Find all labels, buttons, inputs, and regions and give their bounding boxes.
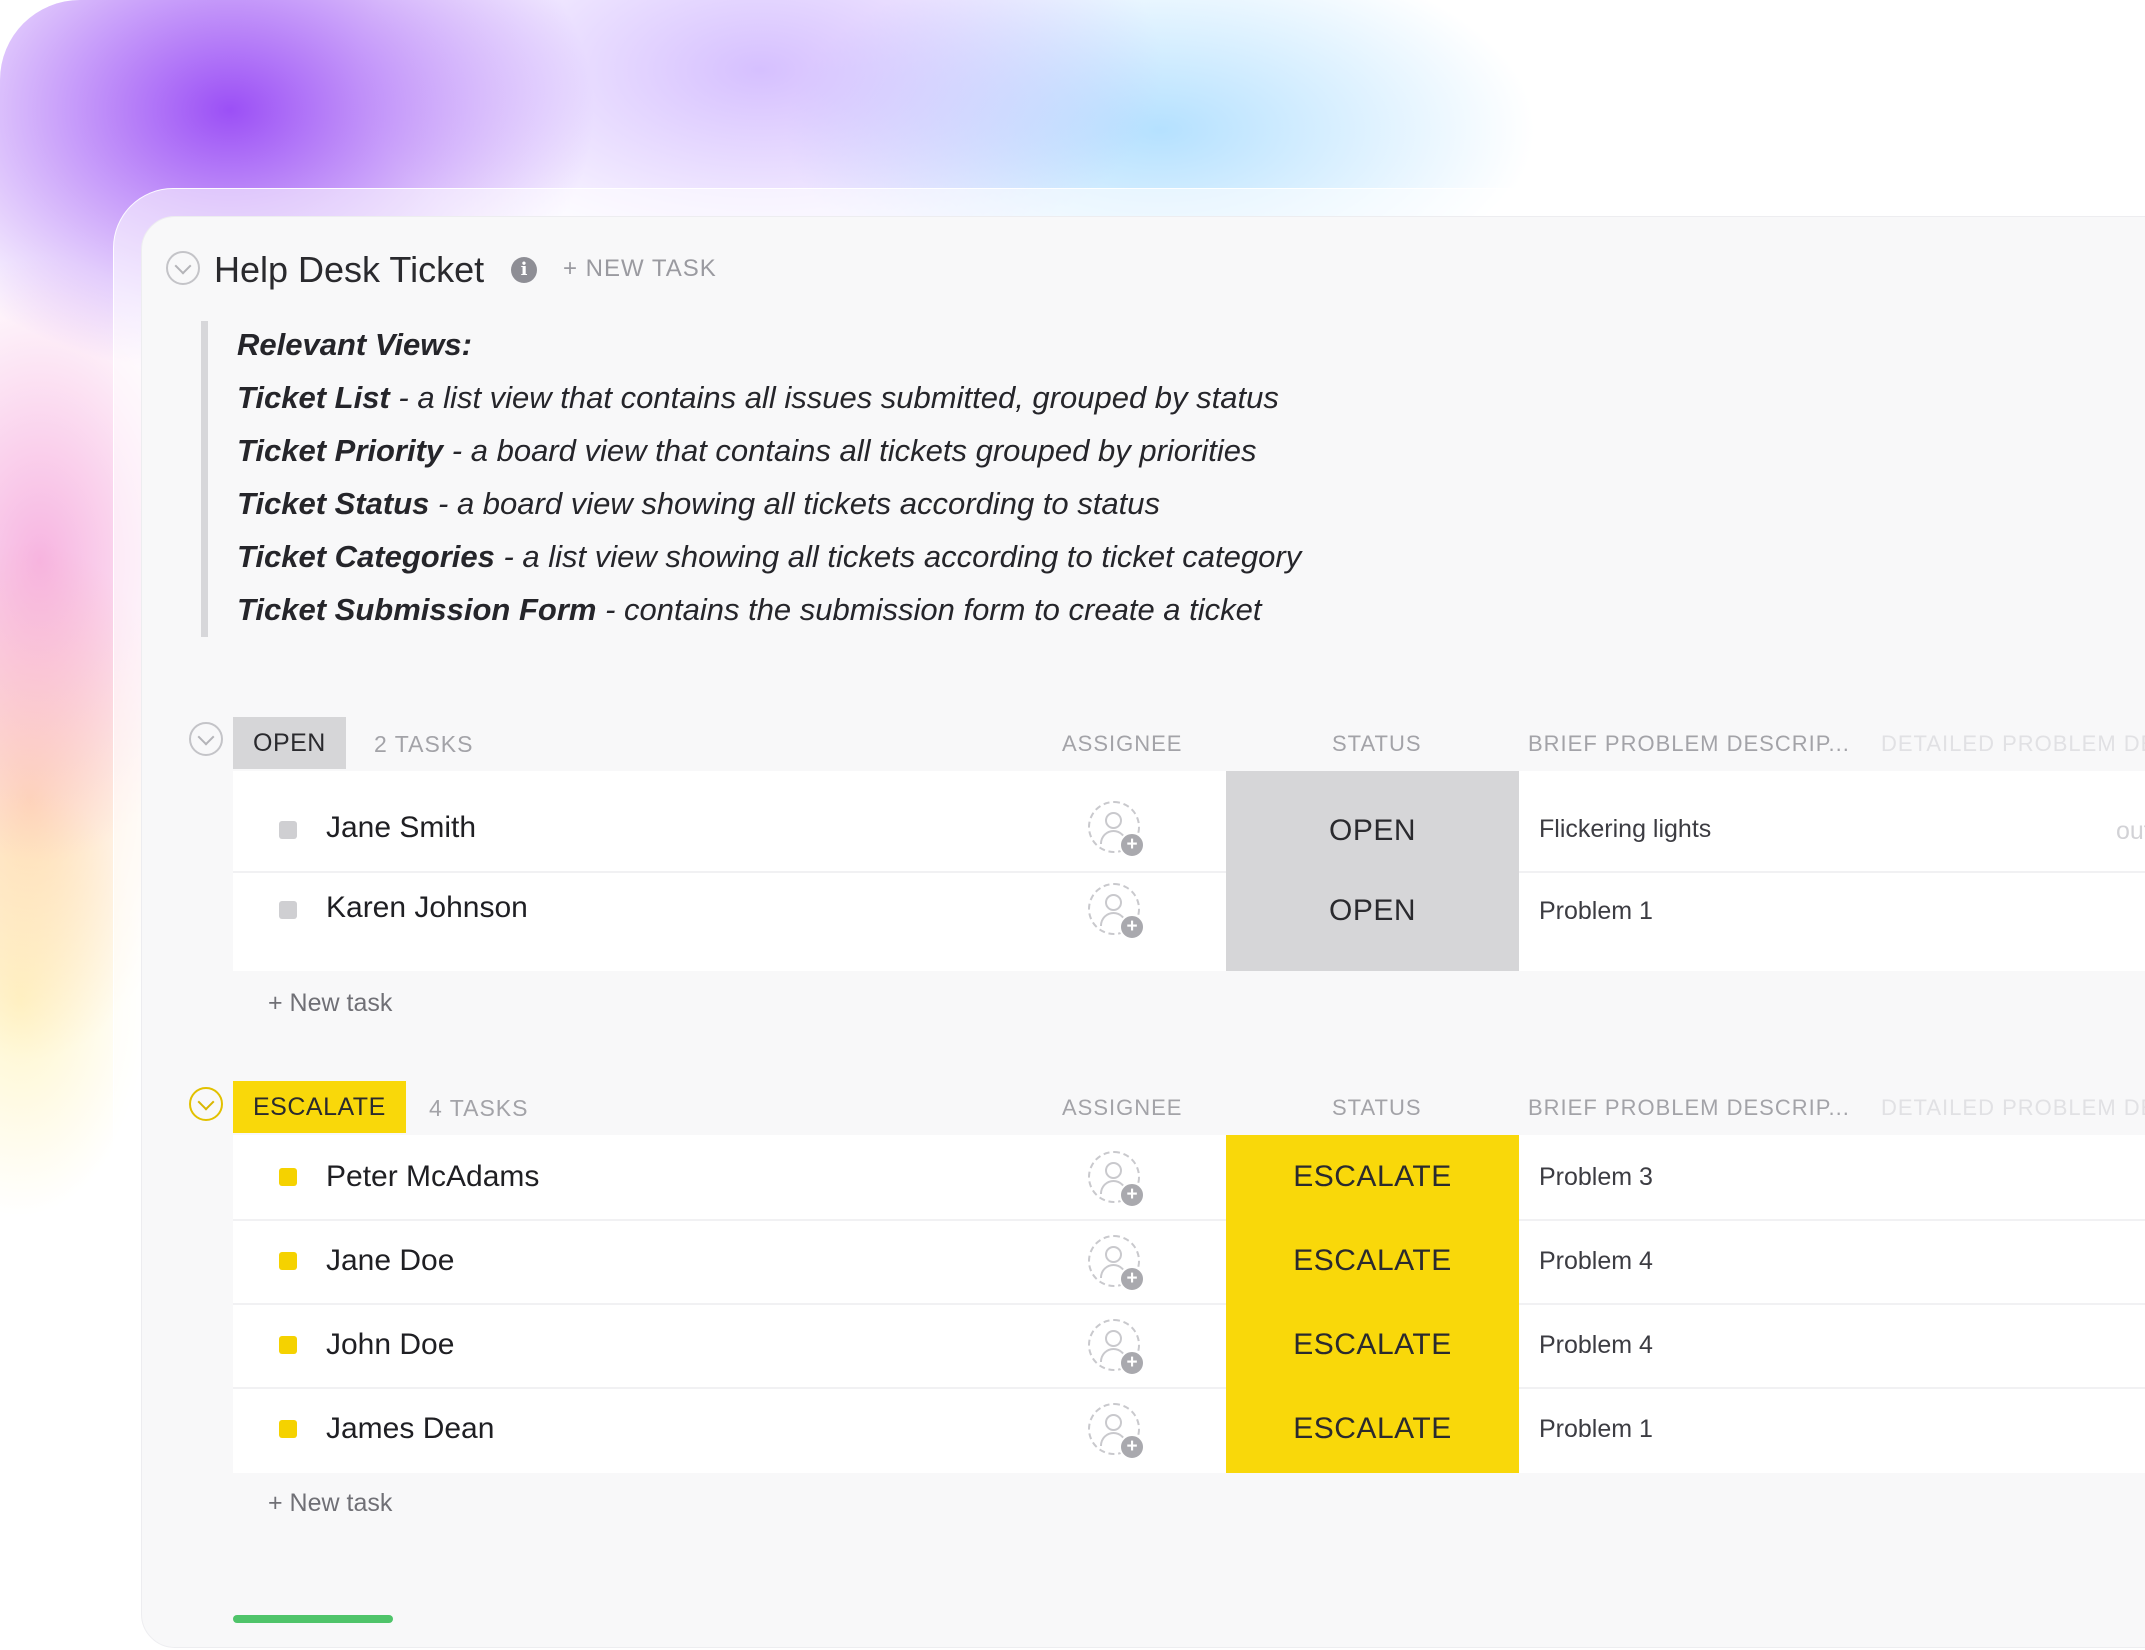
table-row[interactable]: Karen Johnson + OPEN Problem 1 – xyxy=(233,871,2145,971)
brief-description[interactable]: Problem 3 xyxy=(1539,1163,1653,1192)
status-bullet-icon[interactable] xyxy=(279,901,297,919)
view-name: Ticket List xyxy=(237,380,390,415)
view-name: Ticket Categories xyxy=(237,539,495,574)
page-title: Help Desk Ticket xyxy=(214,249,485,290)
description-line: Ticket Priority - a board view that cont… xyxy=(237,433,1256,469)
brief-description[interactable]: Problem 4 xyxy=(1539,1247,1653,1276)
view-description: - contains the submission form to create… xyxy=(596,592,1262,627)
status-cell[interactable]: ESCALATE xyxy=(1226,1303,1519,1387)
task-name[interactable]: John Doe xyxy=(326,1328,454,1362)
column-header-assignee[interactable]: ASSIGNEE xyxy=(1062,731,1182,757)
view-description: - a board view showing all tickets accor… xyxy=(429,486,1160,521)
view-description: - a list view showing all tickets accord… xyxy=(494,539,1302,574)
description-line: Ticket List - a list view that contains … xyxy=(237,380,1279,416)
task-count: 2 TASKS xyxy=(374,731,474,757)
add-assignee-icon[interactable]: + xyxy=(1088,801,1145,858)
column-header-detailed-description[interactable]: DETAILED PROBLEM DE xyxy=(1881,1095,2145,1121)
next-group-label[interactable] xyxy=(233,1615,393,1623)
task-name[interactable]: Jane Doe xyxy=(326,1244,454,1278)
table-row[interactable]: Jane Doe + ESCALATE Problem 4 – xyxy=(233,1219,2145,1305)
add-assignee-icon[interactable]: + xyxy=(1088,1403,1145,1460)
description-line: Ticket Status - a board view showing all… xyxy=(237,486,1160,522)
task-count: 4 TASKS xyxy=(429,1095,529,1121)
description-line: Ticket Submission Form - contains the su… xyxy=(237,592,1262,628)
info-icon[interactable]: i xyxy=(511,257,537,283)
status-bullet-icon[interactable] xyxy=(279,1336,297,1354)
quote-bar xyxy=(201,321,208,637)
column-header-status[interactable]: STATUS xyxy=(1332,1095,1422,1121)
column-header-assignee[interactable]: ASSIGNEE xyxy=(1062,1095,1182,1121)
group-collapse-chevron-icon[interactable] xyxy=(189,1087,223,1121)
add-assignee-icon[interactable]: + xyxy=(1088,883,1145,940)
status-bullet-icon[interactable] xyxy=(279,1168,297,1186)
status-bullet-icon[interactable] xyxy=(279,1420,297,1438)
view-name: Ticket Priority xyxy=(237,433,444,468)
group-label-open[interactable]: OPEN xyxy=(233,717,346,769)
table-row[interactable]: John Doe + ESCALATE Problem 4 – xyxy=(233,1303,2145,1389)
table-row[interactable]: Peter McAdams + ESCALATE Problem 3 – xyxy=(233,1135,2145,1221)
add-assignee-icon[interactable]: + xyxy=(1088,1319,1145,1376)
column-header-status[interactable]: STATUS xyxy=(1332,731,1422,757)
table-row[interactable]: James Dean + ESCALATE Problem 1 – xyxy=(233,1387,2145,1473)
status-bullet-icon[interactable] xyxy=(279,821,297,839)
view-name: Ticket Status xyxy=(237,486,430,521)
status-cell[interactable]: ESCALATE xyxy=(1226,1219,1519,1303)
add-assignee-icon[interactable]: + xyxy=(1088,1151,1145,1208)
group-label-escalate[interactable]: ESCALATE xyxy=(233,1081,406,1133)
view-description: - a list view that contains all issues s… xyxy=(389,380,1279,415)
group-collapse-chevron-icon[interactable] xyxy=(189,722,223,756)
task-name[interactable]: Jane Smith xyxy=(326,811,476,845)
task-name[interactable]: Karen Johnson xyxy=(326,891,528,925)
status-cell[interactable]: ESCALATE xyxy=(1226,1135,1519,1219)
column-header-brief-description[interactable]: BRIEF PROBLEM DESCRIP... xyxy=(1528,731,1850,757)
view-name: Ticket Submission Form xyxy=(237,592,597,627)
column-header-detailed-description[interactable]: DETAILED PROBLEM DE xyxy=(1881,731,2145,757)
brief-description[interactable]: Problem 4 xyxy=(1539,1331,1653,1360)
column-header-brief-description[interactable]: BRIEF PROBLEM DESCRIP... xyxy=(1528,1095,1850,1121)
task-name[interactable]: Peter McAdams xyxy=(326,1160,539,1194)
collapse-chevron-icon[interactable] xyxy=(166,251,200,285)
new-task-button[interactable]: + NEW TASK xyxy=(563,255,717,283)
view-description: - a board view that contains all tickets… xyxy=(443,433,1257,468)
status-cell[interactable]: OPEN xyxy=(1226,771,1519,871)
description-heading: Relevant Views: xyxy=(237,327,472,362)
status-cell[interactable]: OPEN xyxy=(1226,871,1519,971)
status-bullet-icon[interactable] xyxy=(279,1252,297,1270)
list-view-panel: Help Desk Ticket i + NEW TASK Relevant V… xyxy=(141,216,2145,1648)
table-row[interactable]: Jane Smith + OPEN Flickering lights outs… xyxy=(233,771,2145,873)
brief-description[interactable]: Flickering lights xyxy=(1539,815,1711,844)
task-list-open: Jane Smith + OPEN Flickering lights outs… xyxy=(233,771,2145,971)
task-name[interactable]: James Dean xyxy=(326,1412,494,1446)
add-task-link[interactable]: + New task xyxy=(268,1489,392,1518)
add-assignee-icon[interactable]: + xyxy=(1088,1235,1145,1292)
brief-description[interactable]: Problem 1 xyxy=(1539,1415,1653,1444)
add-task-link[interactable]: + New task xyxy=(268,989,392,1018)
task-list-escalate: Peter McAdams + ESCALATE Problem 3 – Jan… xyxy=(233,1135,2145,1473)
description-line: Ticket Categories - a list view showing … xyxy=(237,539,1301,575)
detailed-description[interactable]: outside warran xyxy=(2116,817,2145,846)
brief-description[interactable]: Problem 1 xyxy=(1539,897,1653,926)
status-cell[interactable]: ESCALATE xyxy=(1226,1387,1519,1473)
